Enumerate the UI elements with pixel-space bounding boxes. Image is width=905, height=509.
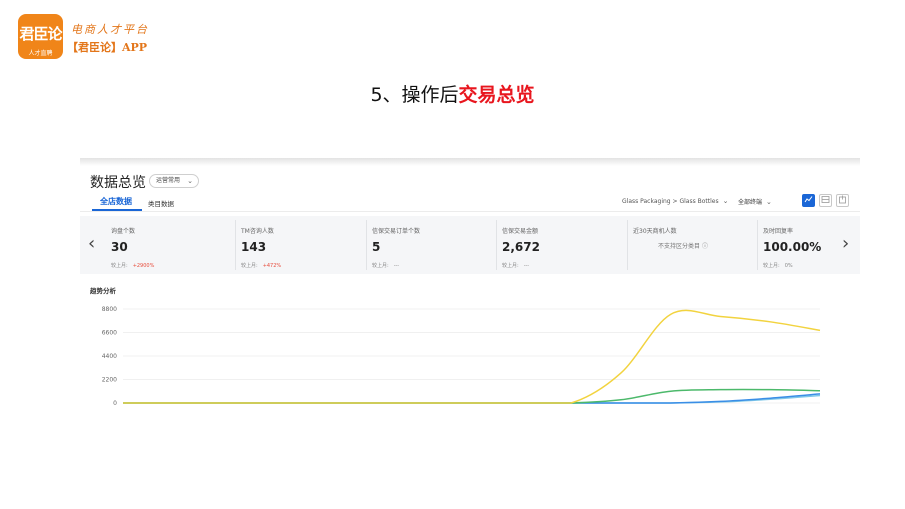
compare-label: 较上月: <box>502 263 519 269</box>
chevron-down-icon: ⌄ <box>187 177 194 185</box>
metric-value: 100.00% <box>763 240 822 254</box>
series-line <box>123 393 821 404</box>
mode-select[interactable]: 运营常用 ⌄ <box>149 174 200 188</box>
y-tick-label: 2200 <box>102 377 117 384</box>
tab-divider <box>80 211 860 212</box>
brand-logo: 君臣论 人才直聘 <box>18 14 63 59</box>
table-icon <box>821 196 830 203</box>
y-tick-label: 0 <box>113 400 117 407</box>
terminal-select-value: 全部终端 <box>738 199 763 206</box>
metric-value: 143 <box>241 240 267 254</box>
help-icon[interactable]: ⓘ <box>702 243 708 250</box>
metric-card: 信保交易金额 2,672 较上月: --- <box>496 216 632 274</box>
metric-compare: 较上月: +2900% <box>111 262 154 269</box>
terminal-select[interactable]: 全部终端 ⌄ <box>738 197 772 206</box>
compare-value: --- <box>393 263 400 269</box>
metric-divider <box>235 220 236 270</box>
metric-divider <box>366 220 367 270</box>
panel-top-shadow <box>80 158 860 166</box>
line-chart-icon <box>804 196 813 203</box>
export-icon <box>839 195 846 204</box>
export-button[interactable] <box>836 194 849 207</box>
metric-card: 询盘个数 30 较上月: +2900% <box>111 216 241 274</box>
compare-value: +2900% <box>132 263 155 269</box>
metric-card: 及时回复率 100.00% 较上月: 0% <box>757 216 893 274</box>
trend-line-chart: 0 2200 4400 6600 8800 <box>102 306 821 407</box>
metric-compare: 较上月: --- <box>372 262 399 269</box>
metric-compare: 较上月: 0% <box>763 262 793 269</box>
slide-title-prefix: 5、操作后 <box>370 84 459 106</box>
line-chart-view-button[interactable] <box>802 194 815 207</box>
tab-all-store[interactable]: 全店数据 <box>100 196 132 207</box>
logo-subtext: 人才直聘 <box>28 50 53 57</box>
metric-label: 及时回复率 <box>763 228 794 235</box>
chevron-left-icon[interactable]: ‹ <box>88 233 95 254</box>
compare-label: 较上月: <box>241 263 258 269</box>
logo-text: 君臣论 <box>19 25 62 43</box>
table-view-button[interactable] <box>819 194 832 207</box>
brand-app-name: 【君臣论】APP <box>67 41 148 54</box>
compare-label: 较上月: <box>111 263 128 269</box>
metric-compare: 较上月: --- <box>502 262 529 269</box>
slide-title: 5、操作后交易总览 <box>0 80 905 107</box>
metric-strip: ‹ 询盘个数 30 较上月: +2900% TM咨询人数 143 较上月: +472… <box>80 216 860 274</box>
metric-label: TM咨询人数 <box>241 228 274 235</box>
metric-note: 不支持区分类目 ⓘ <box>658 243 708 250</box>
y-tick-label: 6600 <box>102 330 117 337</box>
metric-value: 30 <box>111 240 128 254</box>
metric-value: 2,672 <box>502 240 540 254</box>
y-tick-label: 8800 <box>102 306 117 313</box>
metric-divider <box>496 220 497 270</box>
compare-label: 较上月: <box>763 263 780 269</box>
chevron-down-icon: ⌄ <box>766 198 772 206</box>
metric-divider <box>757 220 758 270</box>
page-title: 数据总览 <box>90 175 146 191</box>
compare-label: 较上月: <box>372 263 389 269</box>
metric-label: 近30天商机人数 <box>633 228 677 235</box>
metric-compare: 较上月: +472% <box>241 262 281 269</box>
y-tick-label: 4400 <box>102 353 117 360</box>
compare-value: 0% <box>784 263 793 269</box>
compare-value: +472% <box>262 263 282 269</box>
metric-label: 信保交易金额 <box>502 228 539 235</box>
compare-value: --- <box>523 263 530 269</box>
chevron-down-icon: ⌄ <box>722 197 729 205</box>
metric-card: 近30天商机人数 不支持区分类目 ⓘ <box>627 216 763 274</box>
metric-value: 5 <box>372 240 381 254</box>
category-path: Glass Packaging > Glass Bottles <box>622 198 719 205</box>
slide-title-highlight: 交易总览 <box>458 84 535 106</box>
chevron-right-icon[interactable]: › <box>842 233 849 254</box>
metric-card: 信保交易订单个数 5 较上月: --- <box>366 216 502 274</box>
metric-label: 信保交易订单个数 <box>372 228 421 235</box>
mode-select-value: 运营常用 <box>156 177 181 184</box>
data-overview-panel: 数据总览 运营常用 ⌄ 全店数据 类目数据 Glass Packaging > … <box>80 158 860 418</box>
category-select[interactable]: Glass Packaging > Glass Bottles ⌄ <box>622 197 728 205</box>
tab-category[interactable]: 类目数据 <box>148 198 174 208</box>
metric-card: TM咨询人数 143 较上月: +472% <box>235 216 371 274</box>
metric-label: 询盘个数 <box>111 228 136 235</box>
brand-slogan: 电商人才平台 <box>71 23 149 36</box>
metric-divider <box>627 220 628 270</box>
trend-analysis-title: 趋势分析 <box>90 287 116 295</box>
